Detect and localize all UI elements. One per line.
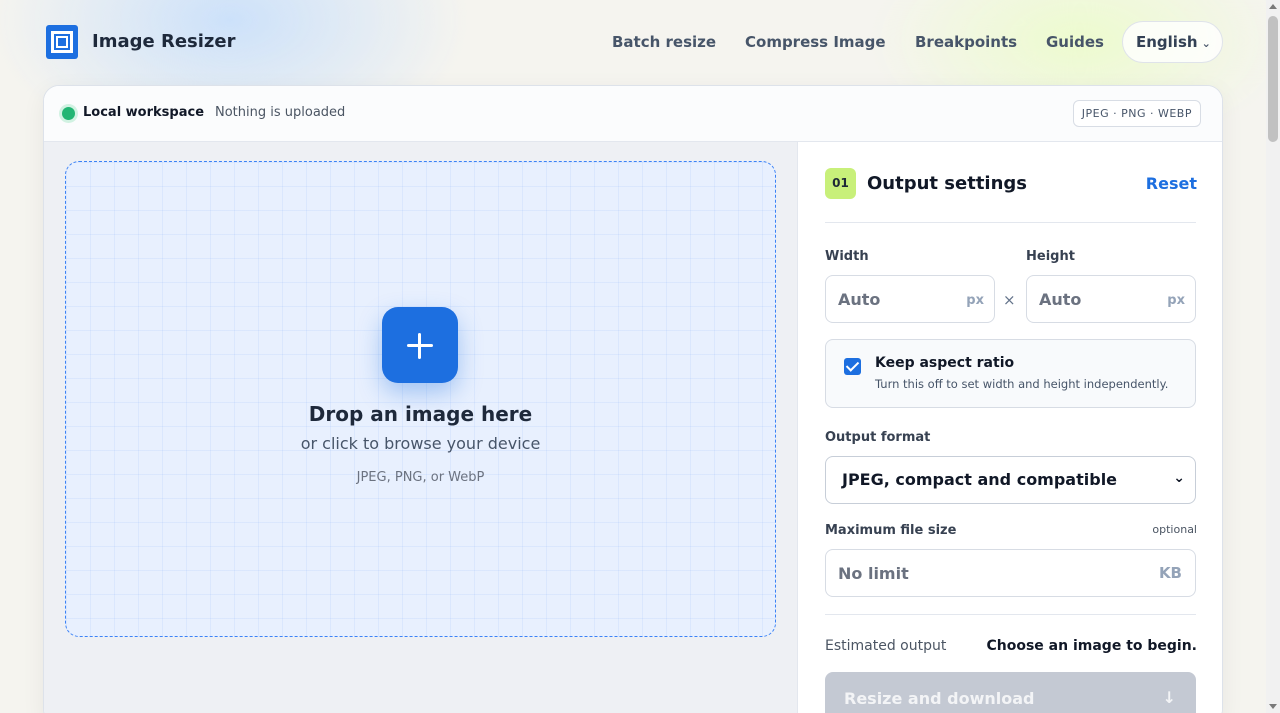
optional-tag: optional <box>1152 523 1197 536</box>
output-format-value: JPEG, compact and compatible <box>842 470 1118 489</box>
dropzone-hint: JPEG, PNG, or WebP <box>356 470 485 485</box>
width-label: Width <box>825 249 869 264</box>
aspect-ratio-description: Turn this off to set width and height in… <box>875 377 1169 391</box>
estimated-output-value: Choose an image to begin. <box>986 638 1198 654</box>
height-label: Height <box>1026 249 1075 264</box>
aspect-ratio-title: Keep aspect ratio <box>875 355 1015 371</box>
resizer-card: Local workspace Nothing is uploaded JPEG… <box>43 85 1223 713</box>
keep-aspect-ratio-option[interactable]: Keep aspect ratio Turn this off to set w… <box>825 339 1196 408</box>
height-placeholder: Auto <box>1039 290 1082 309</box>
resize-download-button[interactable]: Resize and download ↓ <box>825 672 1196 713</box>
add-image-button[interactable] <box>382 307 458 383</box>
nav-compress-image[interactable]: Compress Image <box>745 33 886 51</box>
scroll-up-icon[interactable] <box>1269 4 1277 9</box>
nav-guides[interactable]: Guides <box>1046 33 1104 51</box>
language-label: English <box>1136 33 1198 51</box>
language-selector[interactable]: English ⌄ <box>1122 21 1223 63</box>
scrollbar-thumb[interactable] <box>1268 16 1278 142</box>
status-dot-icon <box>62 107 75 120</box>
dropzone-subtitle: or click to browse your device <box>300 434 541 453</box>
step-badge: 01 <box>825 168 856 199</box>
site-header: Image Resizer Batch resize Compress Imag… <box>0 0 1266 84</box>
page-scrollbar[interactable] <box>1266 0 1280 713</box>
output-format-label: Output format <box>825 430 931 445</box>
workspace-label: Local workspace <box>83 105 205 120</box>
estimated-output-label: Estimated output <box>825 638 947 654</box>
aspect-ratio-checkbox[interactable] <box>844 358 861 375</box>
nav-batch-resize[interactable]: Batch resize <box>612 33 716 51</box>
logo-icon[interactable] <box>46 25 78 59</box>
width-placeholder: Auto <box>838 290 881 309</box>
divider <box>825 222 1196 223</box>
chevron-down-icon: ⌄ <box>1173 470 1185 486</box>
nav-breakpoints[interactable]: Breakpoints <box>915 33 1017 51</box>
dropzone-title: Drop an image here <box>308 402 533 426</box>
upload-pane: Drop an image here or click to browse yo… <box>44 142 797 713</box>
divider <box>825 614 1196 615</box>
workspace-bar: Local workspace Nothing is uploaded JPEG… <box>44 86 1222 142</box>
formats-badge: JPEG · PNG · WEBP <box>1072 100 1201 127</box>
max-size-unit: KB <box>1158 564 1182 582</box>
output-format-select[interactable]: JPEG, compact and compatible ⌄ <box>825 456 1196 504</box>
chevron-down-icon: ⌄ <box>1201 37 1211 50</box>
width-input[interactable]: Auto px <box>825 275 995 323</box>
height-unit: px <box>1167 293 1185 308</box>
dropzone[interactable]: Drop an image here or click to browse yo… <box>65 161 776 637</box>
download-button-label: Resize and download <box>844 689 1035 708</box>
max-size-placeholder: No limit <box>838 564 909 583</box>
max-file-size-input[interactable]: No limit KB <box>825 549 1196 597</box>
scroll-down-icon[interactable] <box>1269 704 1277 709</box>
times-icon: × <box>1003 291 1016 309</box>
settings-title: Output settings <box>867 173 1028 194</box>
reset-button[interactable]: Reset <box>1146 174 1197 193</box>
workspace-status: Nothing is uploaded <box>215 105 346 120</box>
max-file-size-label: Maximum file size <box>825 523 957 538</box>
height-input[interactable]: Auto px <box>1026 275 1196 323</box>
brand-name[interactable]: Image Resizer <box>92 31 235 52</box>
width-unit: px <box>966 293 984 308</box>
settings-panel: 01 Output settings Reset Width Height Au… <box>797 142 1222 713</box>
download-arrow-icon: ↓ <box>1162 688 1176 707</box>
